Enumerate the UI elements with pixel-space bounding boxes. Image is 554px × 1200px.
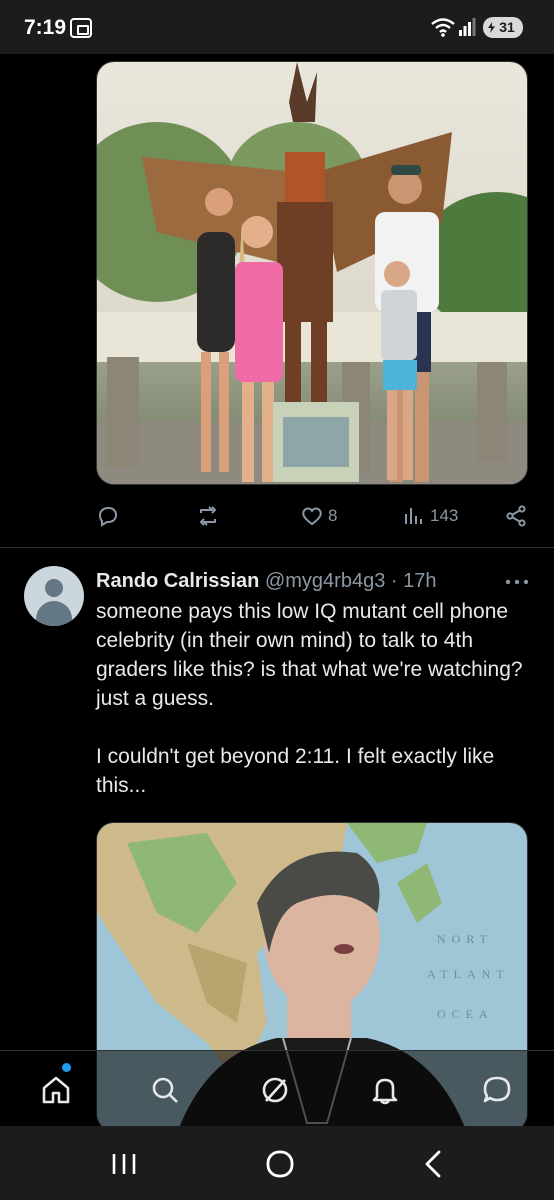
nav-search[interactable] (148, 1073, 182, 1107)
screenshot-icon (70, 18, 92, 38)
status-bar: 7:19 31 (0, 0, 554, 54)
system-home-icon (266, 1150, 294, 1178)
post-text: someone pays this low IQ mutant cell pho… (96, 600, 523, 797)
like-button[interactable]: 8 (300, 498, 337, 534)
post-image-family-photo[interactable] (96, 61, 528, 485)
views-count: 143 (430, 506, 459, 525)
display-name[interactable]: Rando Calrissian (96, 570, 259, 592)
header-separator: · (390, 570, 398, 592)
system-nav-bar (0, 1126, 554, 1200)
share-icon (506, 505, 526, 527)
like-count: 8 (328, 506, 338, 525)
svg-text:OCEA: OCEA (437, 1007, 494, 1021)
repost-button[interactable] (196, 498, 224, 534)
notifications-icon (372, 1078, 398, 1105)
search-icon (152, 1077, 178, 1103)
home-system-button[interactable] (260, 1144, 300, 1184)
post-divider (0, 547, 554, 548)
post-action-bar: 8 143 (96, 498, 536, 534)
bottom-nav (0, 1050, 554, 1126)
svg-text:NORT: NORT (437, 932, 493, 946)
nav-grok[interactable] (258, 1073, 292, 1107)
avatar[interactable] (24, 566, 84, 626)
home-icon (42, 1076, 70, 1104)
nav-home[interactable] (39, 1073, 73, 1107)
back-icon (425, 1150, 441, 1178)
user-handle[interactable]: @myg4rb4g3 (265, 570, 385, 592)
nav-notifications[interactable] (368, 1073, 402, 1107)
wifi-icon (431, 18, 455, 37)
status-time: 7:19 (24, 16, 67, 39)
views-button[interactable]: 143 (402, 498, 458, 534)
family-photo-illustration (97, 62, 527, 484)
reply-button[interactable] (96, 498, 124, 534)
more-options-icon[interactable] (503, 572, 531, 592)
repost-icon (200, 506, 216, 526)
back-button[interactable] (414, 1144, 454, 1184)
post-header: Rando Calrissian @myg4rb4g3 · 17h (96, 570, 437, 593)
nav-messages[interactable] (480, 1073, 514, 1107)
recents-icon (112, 1154, 136, 1174)
share-button[interactable] (504, 498, 528, 534)
post-time[interactable]: 17h (403, 570, 436, 592)
signal-icon (459, 18, 476, 36)
svg-text:ATLANT: ATLANT (427, 967, 510, 981)
grok-icon (262, 1077, 288, 1103)
messages-icon (483, 1076, 511, 1103)
reply-icon (98, 507, 118, 527)
recents-button[interactable] (104, 1144, 144, 1184)
notification-dot (62, 1063, 71, 1072)
views-icon (405, 508, 422, 524)
battery-indicator: 31 (483, 17, 523, 38)
heart-icon (302, 507, 322, 526)
